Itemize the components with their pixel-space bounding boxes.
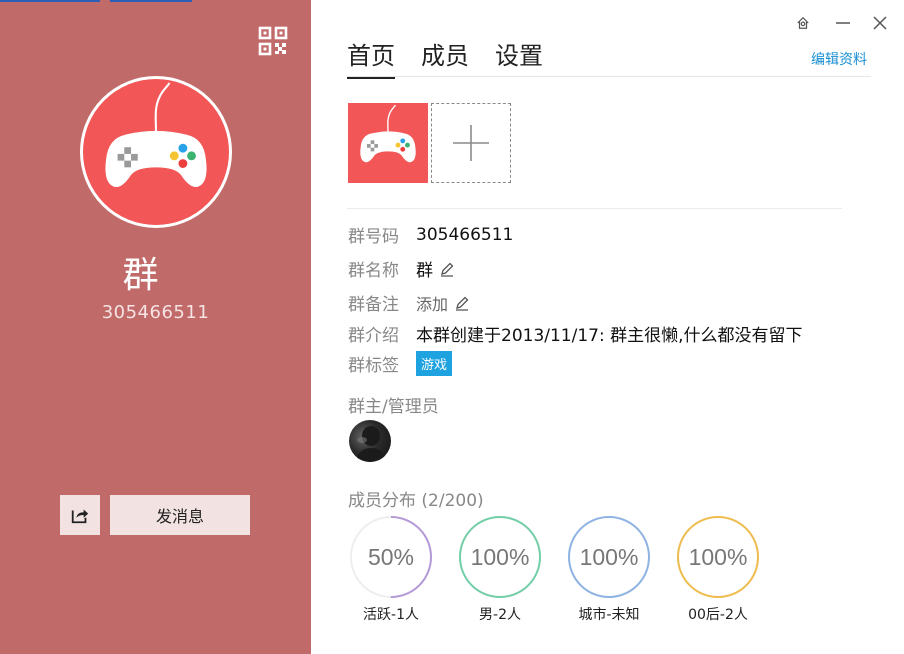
- info-label: 群备注: [348, 295, 399, 315]
- close-button[interactable]: [869, 12, 891, 34]
- send-message-button[interactable]: 发消息: [110, 495, 250, 535]
- stat-percent: 100%: [471, 544, 530, 570]
- admins-title: 群主/管理员: [348, 397, 439, 417]
- title-accent-line: [110, 0, 192, 2]
- admin-avatar-image: [355, 426, 387, 462]
- tab-settings[interactable]: 设置: [495, 36, 543, 79]
- info-row-tags: 群标签 游戏: [348, 351, 453, 376]
- add-photo-button[interactable]: [431, 103, 511, 183]
- tab-divider: [347, 76, 871, 77]
- edit-profile-link[interactable]: 编辑资料: [811, 49, 867, 69]
- stat-age: 100% 00后-2人: [676, 515, 760, 624]
- gamepad-icon: [105, 82, 207, 188]
- group-number-value: 305466511: [416, 224, 514, 245]
- stat-label: 城市-未知: [578, 607, 640, 623]
- donut-ring: 100%: [568, 516, 650, 598]
- pencil-icon[interactable]: [439, 261, 455, 277]
- stat-gender: 100% 男-2人: [458, 515, 542, 624]
- group-avatar[interactable]: [80, 76, 232, 228]
- minimize-icon: [836, 22, 850, 24]
- donut-ring: 50%: [350, 516, 432, 598]
- stat-active: 50% 活跃-1人: [349, 515, 433, 624]
- tab-home[interactable]: 首页: [347, 36, 395, 79]
- admin-avatar[interactable]: [349, 420, 391, 462]
- stat-percent: 100%: [689, 544, 748, 570]
- info-label: 群标签: [348, 356, 399, 376]
- info-label: 群名称: [348, 261, 399, 281]
- group-name: 群: [122, 255, 159, 296]
- pencil-icon[interactable]: [454, 295, 470, 311]
- section-divider: [347, 208, 842, 209]
- info-row-intro: 群介绍 本群创建于2013/11/17: 群主很懒,什么都没有留下: [348, 321, 803, 346]
- remark-add-link[interactable]: 添加: [416, 291, 448, 315]
- qr-code-icon[interactable]: [258, 26, 288, 56]
- close-icon: [873, 16, 887, 30]
- tab-members[interactable]: 成员: [421, 36, 469, 79]
- profile-sidebar: 群 305466511 发消息: [0, 0, 311, 654]
- group-name-value: 群: [416, 261, 433, 281]
- title-accent-line: [0, 0, 100, 2]
- pin-icon: [797, 16, 809, 29]
- stat-city: 100% 城市-未知: [567, 515, 651, 624]
- donut-ring: 100%: [459, 516, 541, 598]
- pin-button[interactable]: [792, 12, 814, 34]
- share-button[interactable]: [60, 495, 100, 535]
- donut-ring: 100%: [677, 516, 759, 598]
- minimize-button[interactable]: [832, 12, 854, 34]
- stat-label: 男-2人: [479, 607, 521, 623]
- stat-label: 00后-2人: [688, 607, 748, 623]
- member-distribution-title: 成员分布 (2/200): [348, 491, 484, 511]
- plus-icon: [453, 125, 489, 161]
- tab-bar: 首页 成员 设置: [347, 36, 543, 79]
- share-icon: [71, 509, 89, 524]
- group-tag[interactable]: 游戏: [416, 351, 453, 376]
- info-label: 群介绍: [348, 326, 399, 346]
- info-row-number: 群号码 305466511: [348, 222, 514, 248]
- info-row-remark: 群备注 添加: [348, 290, 470, 315]
- group-photo-thumbnail[interactable]: [348, 103, 428, 183]
- info-label: 群号码: [348, 227, 399, 247]
- stat-label: 活跃-1人: [363, 607, 419, 623]
- info-row-name: 群名称 群: [348, 256, 455, 281]
- group-intro-value: 本群创建于2013/11/17: 群主很懒,什么都没有留下: [416, 326, 803, 346]
- group-number: 305466511: [101, 302, 210, 323]
- gamepad-icon: [360, 104, 416, 163]
- stat-percent: 50%: [368, 544, 414, 570]
- stat-percent: 100%: [580, 544, 639, 570]
